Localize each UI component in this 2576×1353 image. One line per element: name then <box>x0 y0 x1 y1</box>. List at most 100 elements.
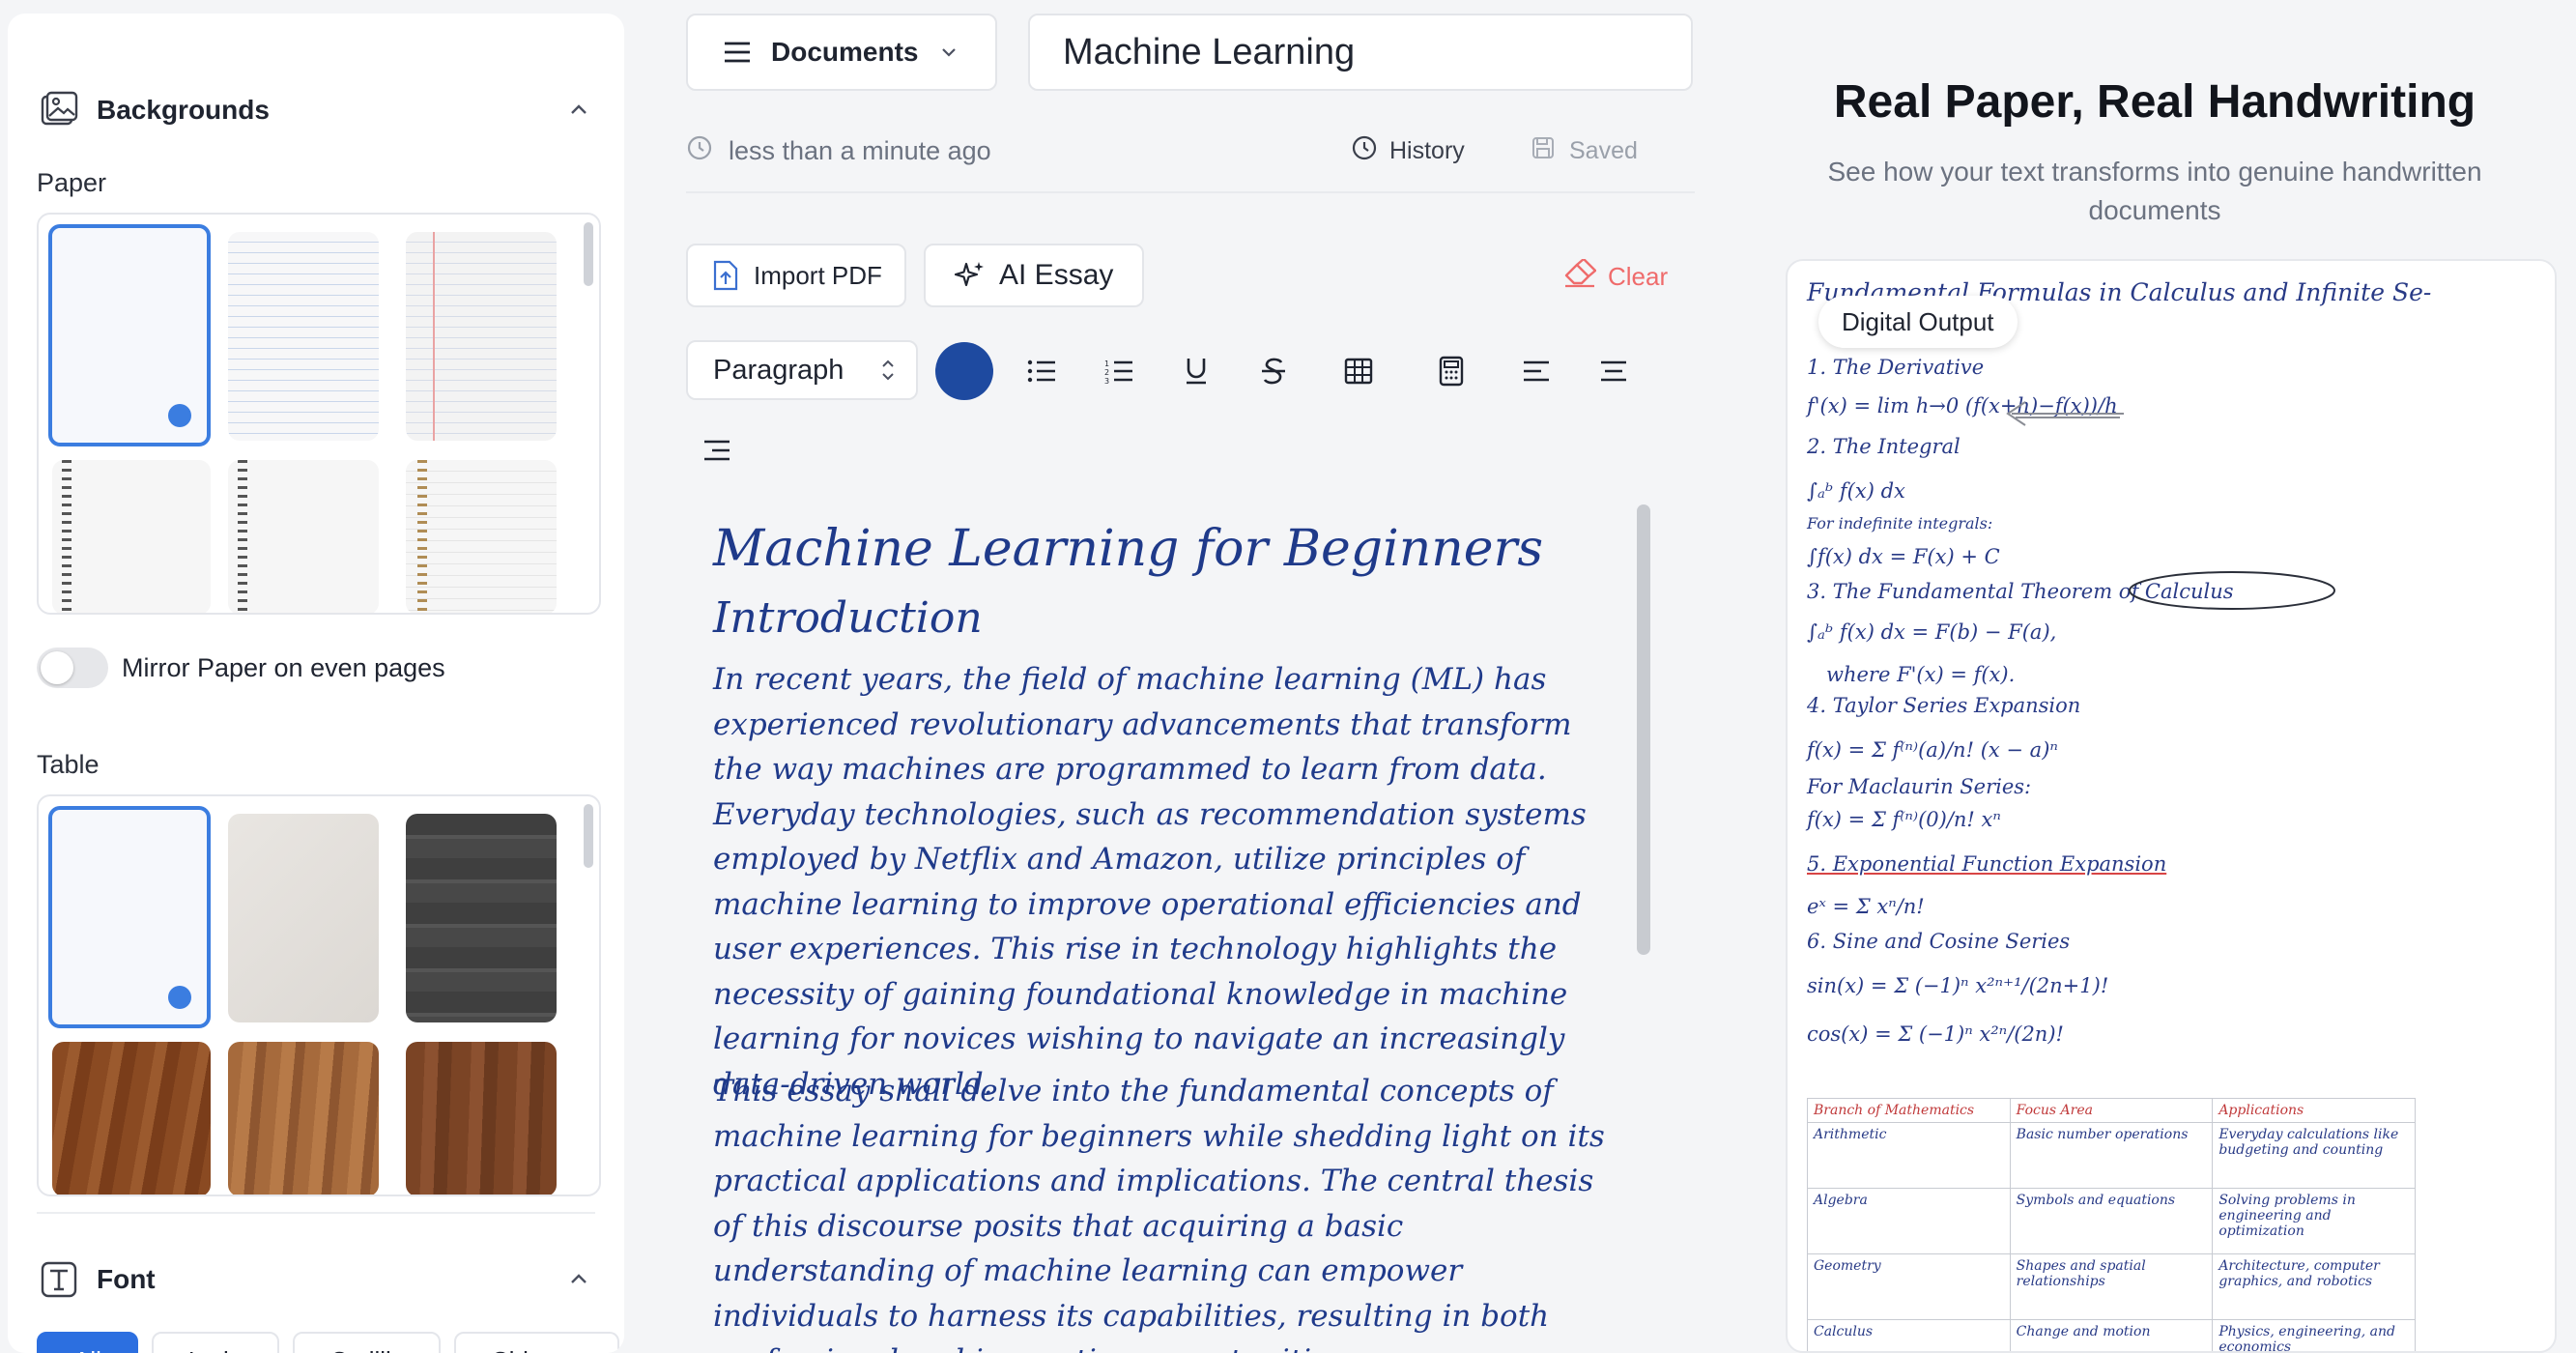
preview-line: For indefinite integrals: <box>1807 514 1993 533</box>
table-option-blank[interactable] <box>48 806 211 1028</box>
table-cell: Basic number operations <box>2009 1122 2214 1189</box>
history-label: History <box>1389 136 1465 164</box>
table-header: Applications <box>2212 1098 2416 1123</box>
digital-output-badge: Digital Output <box>1818 296 2018 348</box>
table-cell: Change and motion <box>2009 1319 2214 1351</box>
preview-line: 6. Sine and Cosine Series <box>1807 930 2071 953</box>
strikethrough-icon[interactable] <box>1254 352 1293 390</box>
preview-line: f(x) = Σ f⁽ⁿ⁾(a)/n! (x − a)ⁿ <box>1807 738 2058 762</box>
font-icon <box>37 1257 81 1302</box>
paper-option-spiral[interactable] <box>52 460 211 613</box>
chevron-up-icon[interactable] <box>562 1263 595 1296</box>
table-cell: Everyday calculations like budgeting and… <box>2212 1122 2416 1189</box>
table-cell: Calculus <box>1807 1319 2011 1351</box>
ai-essay-label: AI Essay <box>999 259 1114 291</box>
preview-table: Branch of Mathematics Focus Area Applica… <box>1807 1098 2416 1351</box>
handwriting-preview-card: Digital Output Fundamental Formulas in C… <box>1786 259 2557 1353</box>
bullet-list-icon[interactable] <box>1022 352 1061 390</box>
document-subheading: Introduction <box>713 593 983 643</box>
paper-option-lined[interactable] <box>228 232 379 441</box>
chevron-up-icon[interactable] <box>562 94 595 127</box>
table-row: Geometry Shapes and spatial relationship… <box>1807 1253 2416 1320</box>
image-icon <box>37 88 81 132</box>
preview-line: f(x) = Σ f⁽ⁿ⁾(0)/n! xⁿ <box>1807 808 2001 831</box>
font-filter-latin[interactable]: Latin <box>151 1332 280 1353</box>
document-heading: Machine Learning for Beginners <box>713 520 1544 578</box>
preview-line: 4. Taylor Series Expansion <box>1807 694 2081 717</box>
backgrounds-title: Backgrounds <box>97 95 270 125</box>
align-center-icon[interactable] <box>1594 352 1633 390</box>
block-type-select[interactable]: Paragraph <box>686 340 918 400</box>
selected-indicator <box>168 404 191 427</box>
import-pdf-label: Import PDF <box>754 260 882 290</box>
calculator-icon[interactable] <box>1432 352 1471 390</box>
preview-line: eˣ = Σ xⁿ/n! <box>1807 895 1925 918</box>
table-header: Focus Area <box>2009 1098 2214 1123</box>
arrow-annotation-icon <box>2006 401 2124 426</box>
table-header-row: Branch of Mathematics Focus Area Applica… <box>1807 1098 2416 1123</box>
history-button[interactable]: History <box>1351 131 1465 170</box>
table-option-paper[interactable] <box>228 814 379 1022</box>
mirror-paper-toggle[interactable] <box>37 648 108 688</box>
table-cell: Architecture, computer graphics, and rob… <box>2212 1253 2416 1320</box>
numbered-list-icon[interactable]: 123 <box>1100 352 1138 390</box>
table-cell: Physics, engineering, and economics <box>2212 1319 2416 1351</box>
paper-option-spiral-gold[interactable] <box>406 460 557 613</box>
font-filter-all[interactable]: All <box>37 1332 138 1353</box>
preview-line: For Maclaurin Series: <box>1807 775 2032 798</box>
table-cell: Geometry <box>1807 1253 2011 1320</box>
paper-label: Paper <box>37 168 107 197</box>
align-left-icon[interactable] <box>1517 352 1556 390</box>
paper-option-spiral-lined[interactable] <box>228 460 379 613</box>
editor-scrollbar[interactable] <box>1637 504 1650 955</box>
document-editor[interactable]: Machine Learning for Beginners Introduct… <box>686 491 1664 1353</box>
paper-option-blank[interactable] <box>48 224 211 446</box>
preview-line: ∫f(x) dx = F(x) + C <box>1807 545 2000 568</box>
paper-option-margin-lined[interactable] <box>406 232 557 441</box>
documents-label: Documents <box>771 37 919 67</box>
table-grid-scrollbar[interactable] <box>584 804 593 868</box>
ink-color-picker[interactable] <box>935 342 993 400</box>
underline-icon[interactable] <box>1177 352 1216 390</box>
table-icon[interactable] <box>1339 352 1378 390</box>
svg-text:3: 3 <box>1104 377 1109 384</box>
svg-text:2: 2 <box>1104 368 1109 377</box>
preview-line: where F'(x) = f(x). <box>1826 663 2016 686</box>
table-option-wood[interactable] <box>52 1042 211 1195</box>
table-option-coffee-wood[interactable] <box>406 1042 557 1195</box>
documents-dropdown[interactable]: Documents <box>686 14 997 91</box>
file-upload-icon <box>711 259 740 292</box>
sparkles-icon <box>955 260 986 291</box>
font-title: Font <box>97 1264 156 1294</box>
document-paragraph: This essay shall delve into the fundamen… <box>713 1074 1605 1353</box>
import-pdf-button[interactable]: Import PDF <box>686 244 906 307</box>
table-row: Arithmetic Basic number operations Every… <box>1807 1122 2416 1189</box>
ai-essay-button[interactable]: AI Essay <box>924 244 1144 307</box>
font-filter-cyrillic[interactable]: Cyrillic <box>293 1332 441 1353</box>
table-option-desk[interactable] <box>228 1042 379 1195</box>
preview-title: Real Paper, Real Handwriting <box>1833 76 2476 128</box>
font-script-filter: All Latin Cyrillic Chinese <box>37 1332 620 1353</box>
paper-grid-scrollbar[interactable] <box>584 222 593 286</box>
clear-button[interactable]: Clear <box>1563 256 1668 296</box>
preview-line: ∫ₐᵇ f(x) dx <box>1807 479 1905 503</box>
table-options-grid <box>37 794 601 1196</box>
preview-subtitle: See how your text transforms into genuin… <box>1827 157 2482 225</box>
font-section-header[interactable]: Font <box>37 1252 595 1307</box>
save-icon <box>1531 135 1556 167</box>
preview-line: ∫ₐᵇ f(x) dx = F(b) − F(a), <box>1807 620 2057 644</box>
align-right-icon[interactable] <box>698 431 736 470</box>
preview-line: 2. The Integral <box>1807 435 1961 458</box>
last-saved-text: less than a minute ago <box>729 135 991 165</box>
table-cell: Arithmetic <box>1807 1122 2011 1189</box>
table-row: Calculus Change and motion Physics, engi… <box>1807 1319 2416 1351</box>
backgrounds-section-header[interactable]: Backgrounds <box>37 83 595 137</box>
chevron-up-down-icon <box>879 357 897 384</box>
table-option-dark-wood[interactable] <box>406 814 557 1022</box>
block-type-value: Paragraph <box>713 354 844 386</box>
font-filter-chinese[interactable]: Chinese <box>453 1332 620 1353</box>
document-title-input[interactable] <box>1028 14 1693 91</box>
preview-line: 1. The Derivative <box>1807 356 1985 379</box>
history-icon <box>1351 134 1378 168</box>
eraser-icon <box>1563 256 1597 295</box>
